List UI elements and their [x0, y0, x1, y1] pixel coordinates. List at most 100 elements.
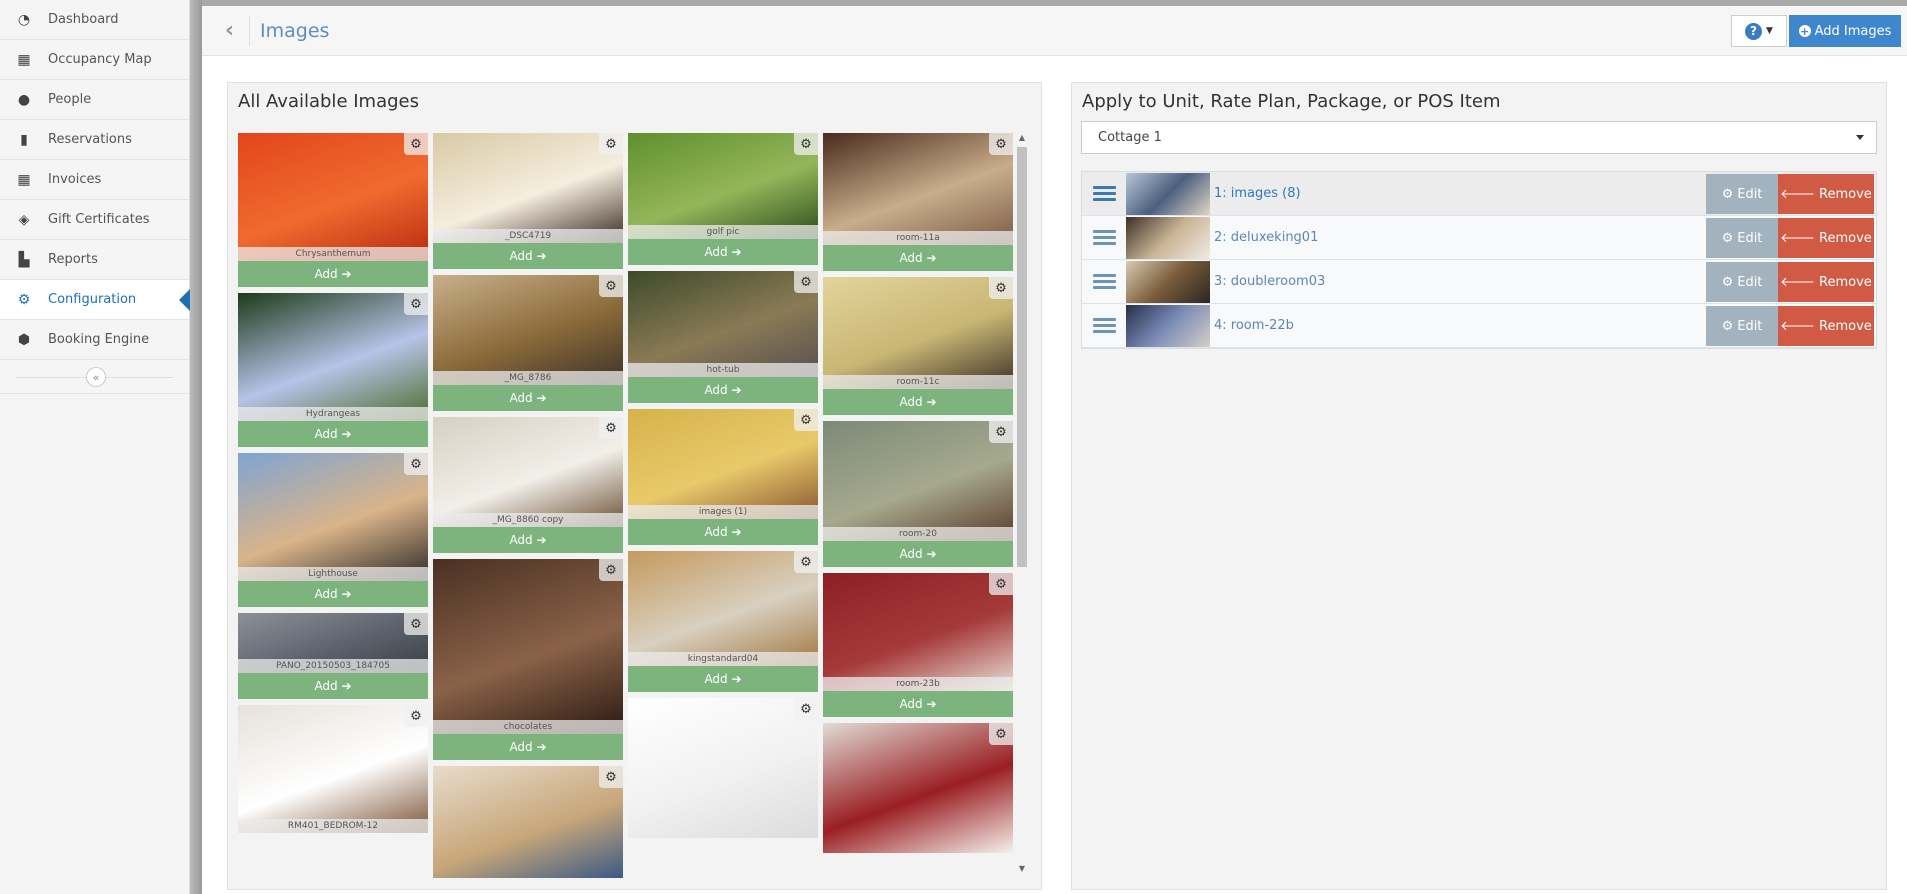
gear-icon: ⚙	[1721, 274, 1734, 290]
add-image-button[interactable]: Add ➔	[823, 389, 1013, 415]
drag-handle-icon[interactable]	[1082, 230, 1126, 245]
gear-icon[interactable]: ⚙	[599, 417, 623, 439]
assigned-image-name[interactable]: 4: room-22b	[1214, 318, 1294, 333]
edit-button[interactable]: ⚙ Edit	[1706, 218, 1778, 258]
gear-icon[interactable]: ⚙	[794, 271, 818, 293]
add-image-button[interactable]: Add ➔	[238, 421, 428, 447]
image-thumbnail[interactable]: ⚙ images (1)	[628, 409, 818, 519]
help-dropdown-button[interactable]: ? ▼	[1731, 15, 1787, 47]
scroll-down-arrow-icon[interactable]: ▼	[1015, 864, 1029, 878]
bar-chart-icon: ▙	[18, 251, 30, 268]
image-thumbnail[interactable]: ⚙ chocolates	[433, 559, 623, 734]
sidebar-item-booking-engine[interactable]: ⬢ Booking Engine	[0, 320, 189, 360]
image-thumbnail[interactable]: ⚙	[433, 766, 623, 878]
gear-icon[interactable]: ⚙	[404, 453, 428, 475]
drag-handle-icon[interactable]	[1082, 274, 1126, 289]
image-thumbnail[interactable]: ⚙ _MG_8860 copy	[433, 417, 623, 527]
gear-icon[interactable]: ⚙	[794, 698, 818, 720]
add-image-button[interactable]: Add ➔	[433, 527, 623, 553]
sidebar-item-configuration[interactable]: ⚙ Configuration	[0, 280, 190, 320]
gear-icon[interactable]: ⚙	[404, 133, 428, 155]
add-image-button[interactable]: Add ➔	[238, 581, 428, 607]
image-thumbnail[interactable]: ⚙ room-11a	[823, 133, 1013, 245]
sidebar-item-dashboard[interactable]: ◔ Dashboard	[0, 0, 189, 40]
gear-icon[interactable]: ⚙	[794, 133, 818, 155]
remove-button[interactable]: 🡐 Remove	[1778, 262, 1874, 302]
sidebar-item-invoices[interactable]: ▦ Invoices	[0, 160, 189, 200]
add-image-button[interactable]: Add ➔	[823, 245, 1013, 271]
add-image-button[interactable]: Add ➔	[433, 734, 623, 760]
add-image-button[interactable]: Add ➔	[628, 377, 818, 403]
image-thumbnail[interactable]: ⚙	[628, 698, 818, 838]
sidebar-item-people[interactable]: ● People	[0, 80, 189, 120]
gear-icon[interactable]: ⚙	[599, 133, 623, 155]
sidebar-item-reports[interactable]: ▙ Reports	[0, 240, 189, 280]
edit-button[interactable]: ⚙ Edit	[1706, 174, 1778, 214]
add-image-button[interactable]: Add ➔	[628, 519, 818, 545]
assigned-image-thumbnail	[1126, 260, 1210, 303]
gear-icon[interactable]: ⚙	[599, 559, 623, 581]
image-thumbnail[interactable]: ⚙ RM401_BEDROM-12	[238, 705, 428, 833]
add-image-button[interactable]: Add ➔	[628, 239, 818, 265]
assigned-image-name[interactable]: 1: images (8)	[1214, 186, 1301, 201]
add-images-button[interactable]: + Add Images	[1789, 15, 1901, 47]
scroll-thumb[interactable]	[1017, 147, 1027, 567]
gear-icon[interactable]: ⚙	[989, 573, 1013, 595]
add-image-button[interactable]: Add ➔	[238, 673, 428, 699]
image-thumbnail[interactable]: ⚙ room-23b	[823, 573, 1013, 691]
image-thumbnail[interactable]: ⚙ Lighthouse	[238, 453, 428, 581]
add-image-button[interactable]: Add ➔	[433, 243, 623, 269]
edit-button[interactable]: ⚙ Edit	[1706, 262, 1778, 302]
add-image-button[interactable]: Add ➔	[823, 541, 1013, 567]
add-image-button[interactable]: Add ➔	[628, 666, 818, 692]
gear-icon[interactable]: ⚙	[404, 705, 428, 727]
remove-button[interactable]: 🡐 Remove	[1778, 218, 1874, 258]
gear-icon[interactable]: ⚙	[989, 133, 1013, 155]
sidebar-item-occupancy-map[interactable]: ▦ Occupancy Map	[0, 40, 189, 80]
image-thumbnail[interactable]: ⚙ room-20	[823, 421, 1013, 541]
image-thumbnail[interactable]: ⚙ golf pic	[628, 133, 818, 239]
gear-icon[interactable]: ⚙	[989, 421, 1013, 443]
sidebar-item-gift-certificates[interactable]: ◈ Gift Certificates	[0, 200, 189, 240]
gear-icon[interactable]: ⚙	[794, 409, 818, 431]
collapse-sidebar-button[interactable]: «	[86, 367, 106, 387]
unit-select-value: Cottage 1	[1098, 130, 1162, 145]
edit-label: Edit	[1737, 274, 1763, 290]
image-thumbnail[interactable]: ⚙ Hydrangeas	[238, 293, 428, 421]
image-thumbnail[interactable]: ⚙ hot-tub	[628, 271, 818, 377]
add-image-button[interactable]: Add ➔	[433, 385, 623, 411]
gear-icon[interactable]: ⚙	[599, 766, 623, 788]
remove-button[interactable]: 🡐 Remove	[1778, 174, 1874, 214]
sidebar-item-reservations[interactable]: ▮ Reservations	[0, 120, 189, 160]
gear-icon[interactable]: ⚙	[989, 723, 1013, 745]
gear-icon[interactable]: ⚙	[404, 293, 428, 315]
image-thumbnail[interactable]: ⚙ Chrysanthemum	[238, 133, 428, 261]
remove-label: Remove	[1819, 186, 1872, 202]
assigned-image-name[interactable]: 2: deluxeking01	[1214, 230, 1318, 245]
gear-icon[interactable]: ⚙	[989, 277, 1013, 299]
remove-button[interactable]: 🡐 Remove	[1778, 306, 1874, 346]
image-card: ⚙	[433, 766, 623, 878]
add-image-button[interactable]: Add ➔	[823, 691, 1013, 717]
image-thumbnail[interactable]: ⚙ _MG_8786	[433, 275, 623, 385]
drag-handle-icon[interactable]	[1082, 186, 1126, 201]
image-thumbnail[interactable]: ⚙ PANO_20150503_184705	[238, 613, 428, 673]
image-thumbnail[interactable]: ⚙ room-11c	[823, 277, 1013, 389]
ticket-icon: ◈	[18, 211, 30, 228]
sidebar-item-label: People	[48, 92, 92, 107]
unit-select[interactable]: Cottage 1	[1081, 121, 1877, 154]
gear-icon[interactable]: ⚙	[794, 551, 818, 573]
add-image-button[interactable]: Add ➔	[238, 261, 428, 287]
image-name: room-11c	[823, 375, 1013, 389]
drag-handle-icon[interactable]	[1082, 318, 1126, 333]
edit-button[interactable]: ⚙ Edit	[1706, 306, 1778, 346]
back-button[interactable]: ‹	[210, 15, 250, 46]
image-thumbnail[interactable]: ⚙ kingstandard04	[628, 551, 818, 666]
image-thumbnail[interactable]: ⚙	[823, 723, 1013, 853]
gear-icon[interactable]: ⚙	[599, 275, 623, 297]
assigned-image-name[interactable]: 3: doubleroom03	[1214, 274, 1325, 289]
image-grid-scrollbar[interactable]: ▲ ▼	[1015, 133, 1029, 878]
image-thumbnail[interactable]: ⚙ _DSC4719	[433, 133, 623, 243]
scroll-up-arrow-icon[interactable]: ▲	[1015, 133, 1029, 147]
gear-icon[interactable]: ⚙	[404, 613, 428, 635]
